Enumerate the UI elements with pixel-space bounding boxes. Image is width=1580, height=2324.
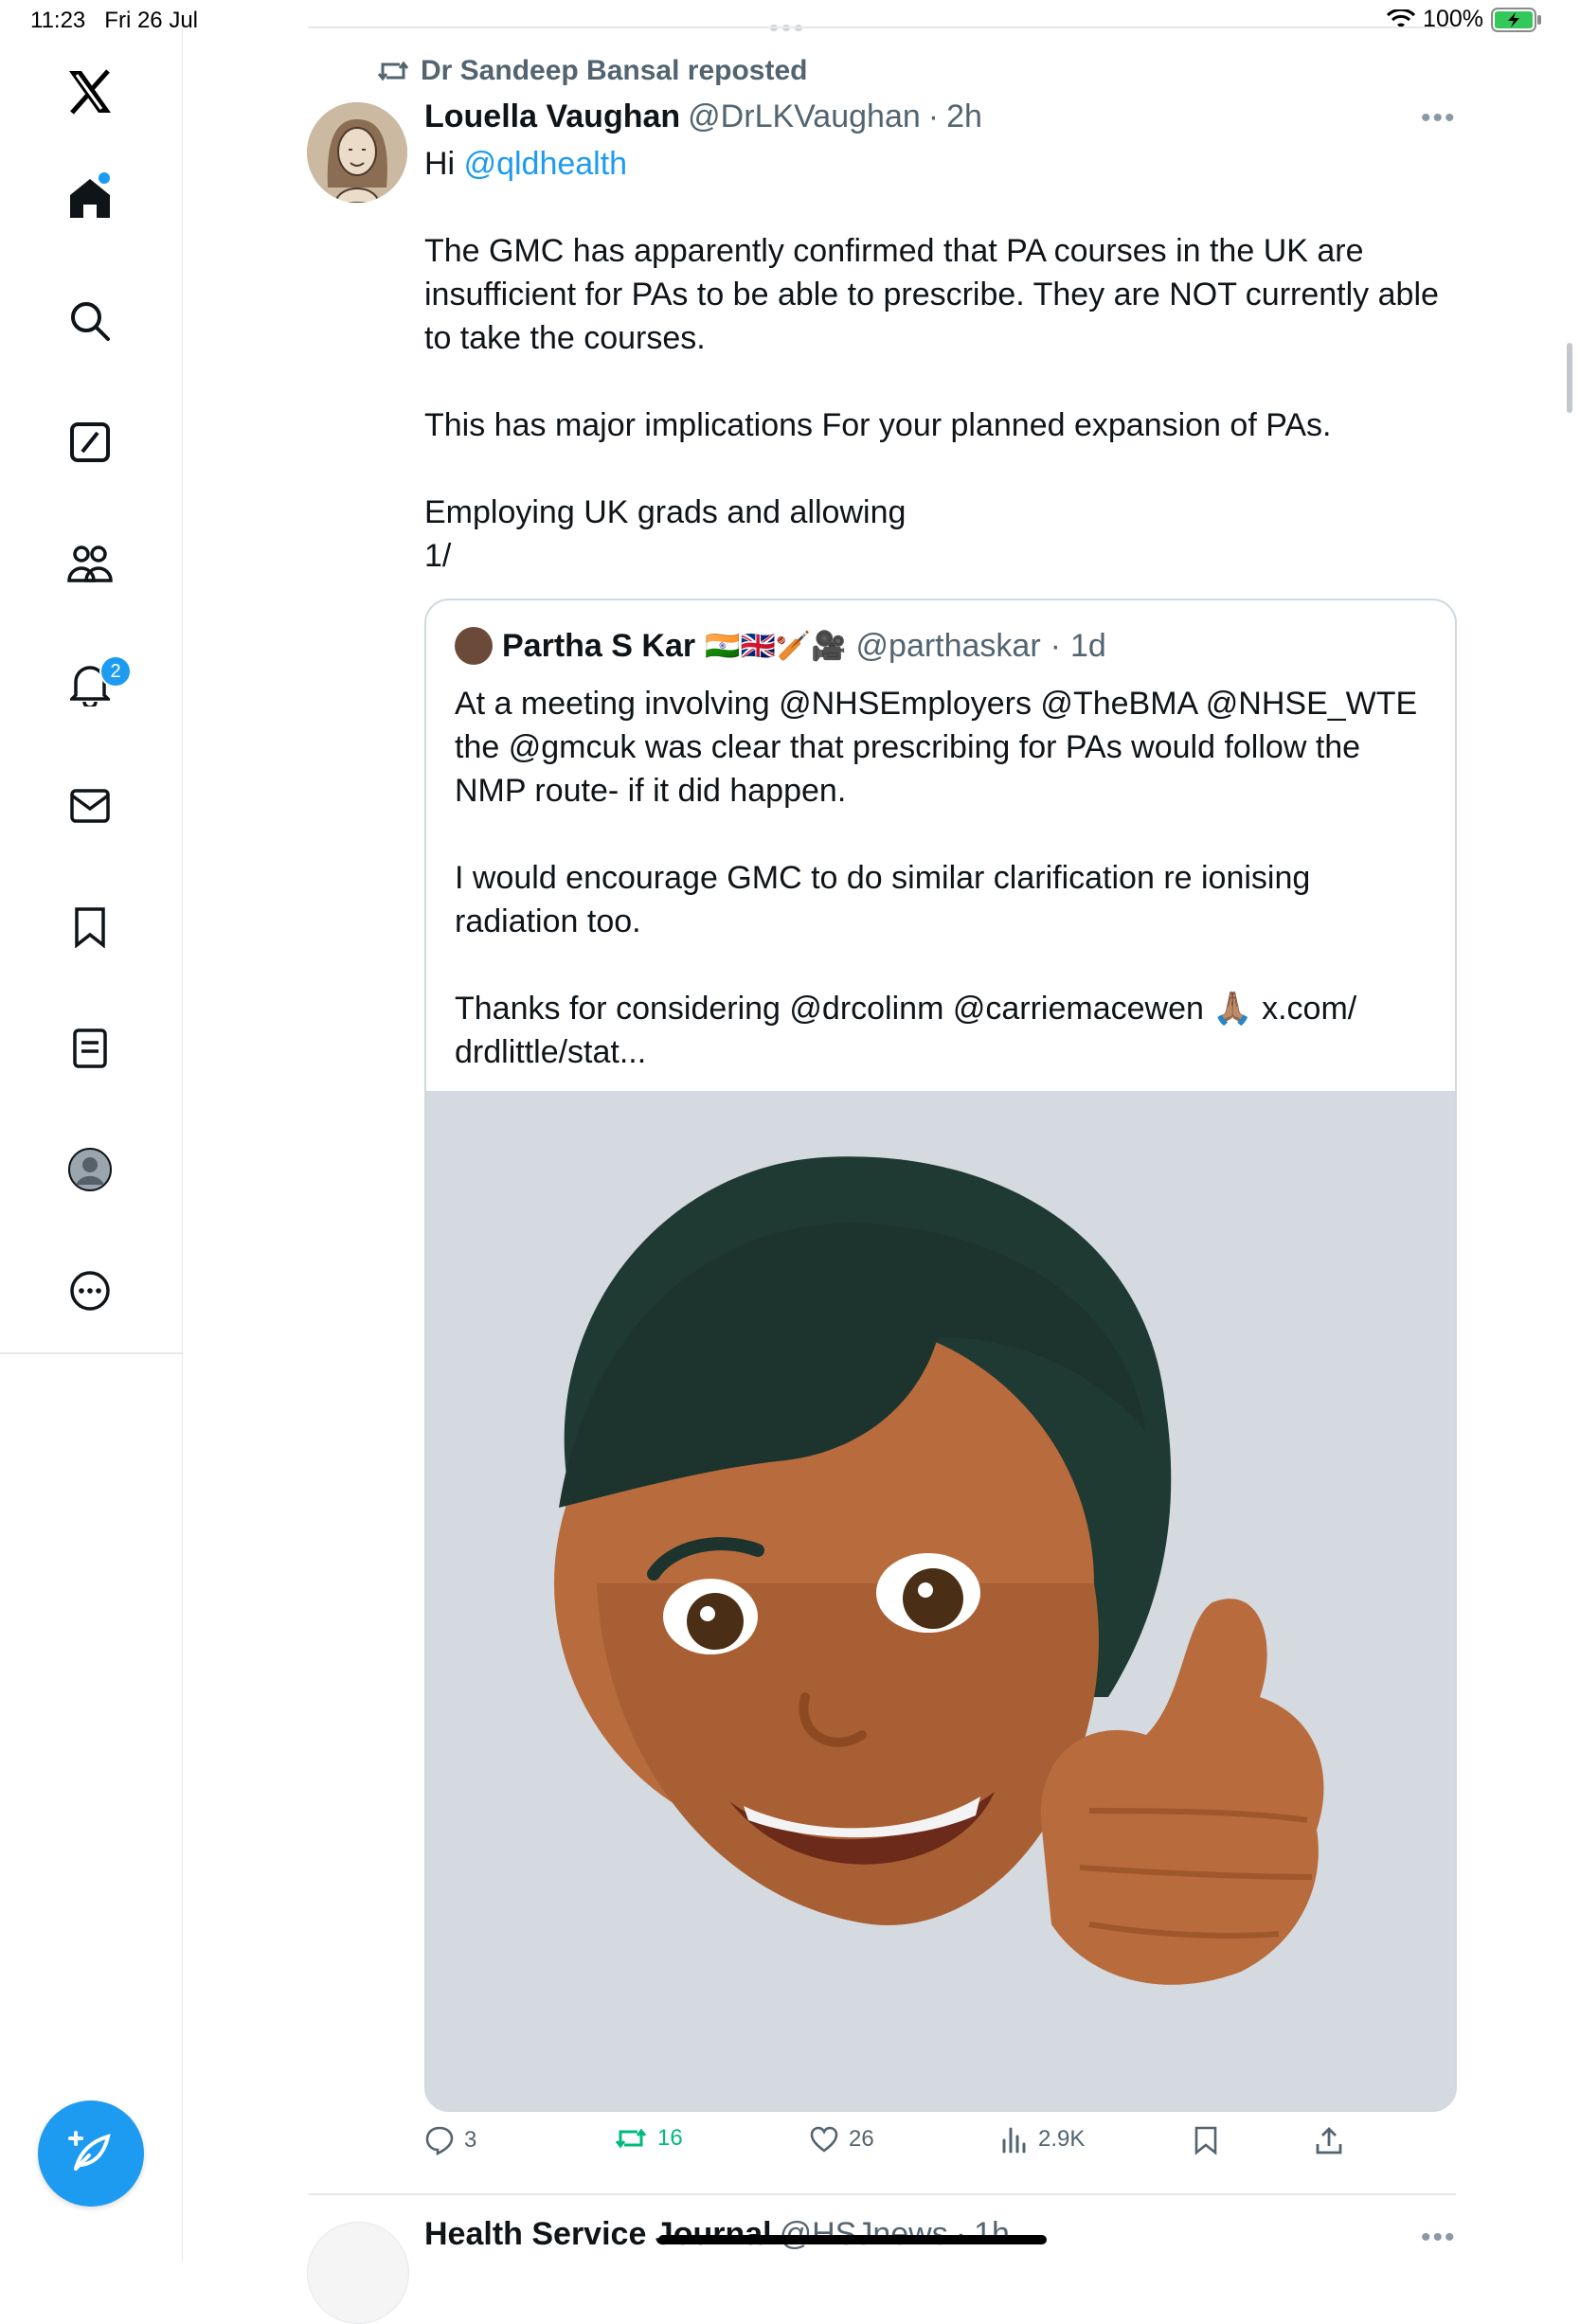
bookmark-icon: [1194, 2126, 1217, 2155]
author-name[interactable]: Louella Vaughan: [424, 98, 680, 135]
quoted-tweet[interactable]: Partha S Kar 🇮🇳🇬🇧🏏🎥 @parthaskar · 1d At …: [424, 599, 1457, 2112]
battery-charging-icon: [1491, 7, 1541, 32]
share-button[interactable]: [1315, 2125, 1343, 2155]
battery-percent: 100%: [1423, 6, 1483, 32]
bookmarks-icon[interactable]: [57, 894, 123, 960]
tweet-text: Hi @qldhealth The GMC has apparently con…: [424, 142, 1447, 578]
tweet-paragraph: Employing UK grads and allowing: [424, 494, 907, 530]
communities-icon[interactable]: [57, 530, 123, 597]
quote-media-image[interactable]: [426, 1091, 1455, 2110]
next-tweet-avatar[interactable]: [307, 2222, 409, 2324]
quote-author-name: Partha S Kar: [502, 627, 696, 664]
home-indicator[interactable]: [658, 2235, 1047, 2244]
tweet-more-icon[interactable]: •••: [1421, 102, 1457, 134]
lists-icon[interactable]: [57, 1015, 123, 1082]
search-icon[interactable]: [57, 288, 123, 354]
memoji-thumbs-up-image: [426, 1091, 1455, 2110]
like-button[interactable]: 26: [809, 2125, 874, 2154]
status-indicators: 100%: [1387, 6, 1542, 33]
repost-label: Dr Sandeep Bansal reposted: [421, 55, 808, 86]
bookmark-button[interactable]: [1194, 2125, 1218, 2155]
scrollbar[interactable]: [1567, 343, 1572, 413]
profile-icon[interactable]: [57, 1136, 123, 1203]
quote-time: 1d: [1070, 627, 1106, 664]
quote-paragraph: Thanks for considering @drcolinm @carrie…: [455, 991, 1357, 1070]
compose-post-icon: [68, 2131, 111, 2171]
compose-post-button[interactable]: [38, 2101, 144, 2207]
mention-link[interactable]: @qldhealth: [464, 146, 628, 182]
quote-author-line[interactable]: Partha S Kar 🇮🇳🇬🇧🏏🎥 @parthaskar · 1d: [455, 627, 1106, 665]
timeline-top-divider: [308, 27, 1456, 28]
views-icon: [1002, 2127, 1026, 2154]
x-logo-icon[interactable]: [57, 59, 123, 125]
reply-icon: [425, 2126, 454, 2155]
meta-separator: ·: [927, 98, 940, 134]
repost-count: 16: [657, 2125, 683, 2151]
tweet-divider: [308, 2193, 1456, 2195]
quote-meta-separator: ·: [1050, 627, 1061, 664]
tweet-author-line[interactable]: Louella Vaughan @DrLKVaughan · 2h: [424, 98, 982, 135]
repost-indicator[interactable]: Dr Sandeep Bansal reposted: [377, 55, 807, 87]
sidebar-divider: [0, 1352, 182, 1354]
author-handle[interactable]: @DrLKVaughan: [688, 98, 921, 135]
repost-icon: [615, 2128, 647, 2149]
messages-icon[interactable]: [57, 773, 123, 839]
share-icon: [1316, 2127, 1342, 2154]
reply-count: 3: [464, 2127, 477, 2153]
tweet-actions: 3 16 26 2.9K: [424, 2125, 1457, 2169]
quote-author-flags: 🇮🇳🇬🇧🏏🎥: [705, 630, 847, 662]
quote-text: At a meeting involving @NHSEmployers @Th…: [455, 682, 1421, 1074]
views-button[interactable]: 2.9K: [1000, 2125, 1085, 2154]
tweet-paragraph: 1/: [424, 538, 452, 574]
avatar[interactable]: [307, 102, 407, 203]
like-count: 26: [849, 2126, 874, 2152]
tweet-greeting: Hi: [424, 146, 464, 182]
repost-icon: [377, 61, 409, 81]
quote-avatar[interactable]: [455, 627, 493, 665]
notifications-badge: 2: [99, 655, 132, 688]
reply-button[interactable]: 3: [424, 2125, 476, 2155]
next-tweet-more-icon[interactable]: •••: [1421, 2222, 1457, 2254]
multitask-handle[interactable]: [770, 19, 810, 31]
repost-button[interactable]: 16: [614, 2125, 683, 2152]
quote-paragraph: At a meeting involving @NHSEmployers @Th…: [455, 686, 1418, 809]
tweet-paragraph: This has major implications For your pla…: [424, 407, 1332, 443]
tweet-paragraph: The GMC has apparently confirmed that PA…: [424, 233, 1439, 356]
home-unread-dot: [99, 172, 110, 184]
heart-icon: [810, 2126, 838, 2153]
quote-paragraph: I would encourage GMC to do similar clar…: [455, 860, 1311, 939]
grok-icon[interactable]: [57, 409, 123, 475]
views-count: 2.9K: [1038, 2126, 1086, 2152]
quote-author-handle: @parthaskar: [855, 627, 1041, 664]
tweet-time[interactable]: 2h: [946, 98, 982, 135]
more-icon[interactable]: [57, 1258, 123, 1324]
home-icon[interactable]: [57, 165, 123, 231]
